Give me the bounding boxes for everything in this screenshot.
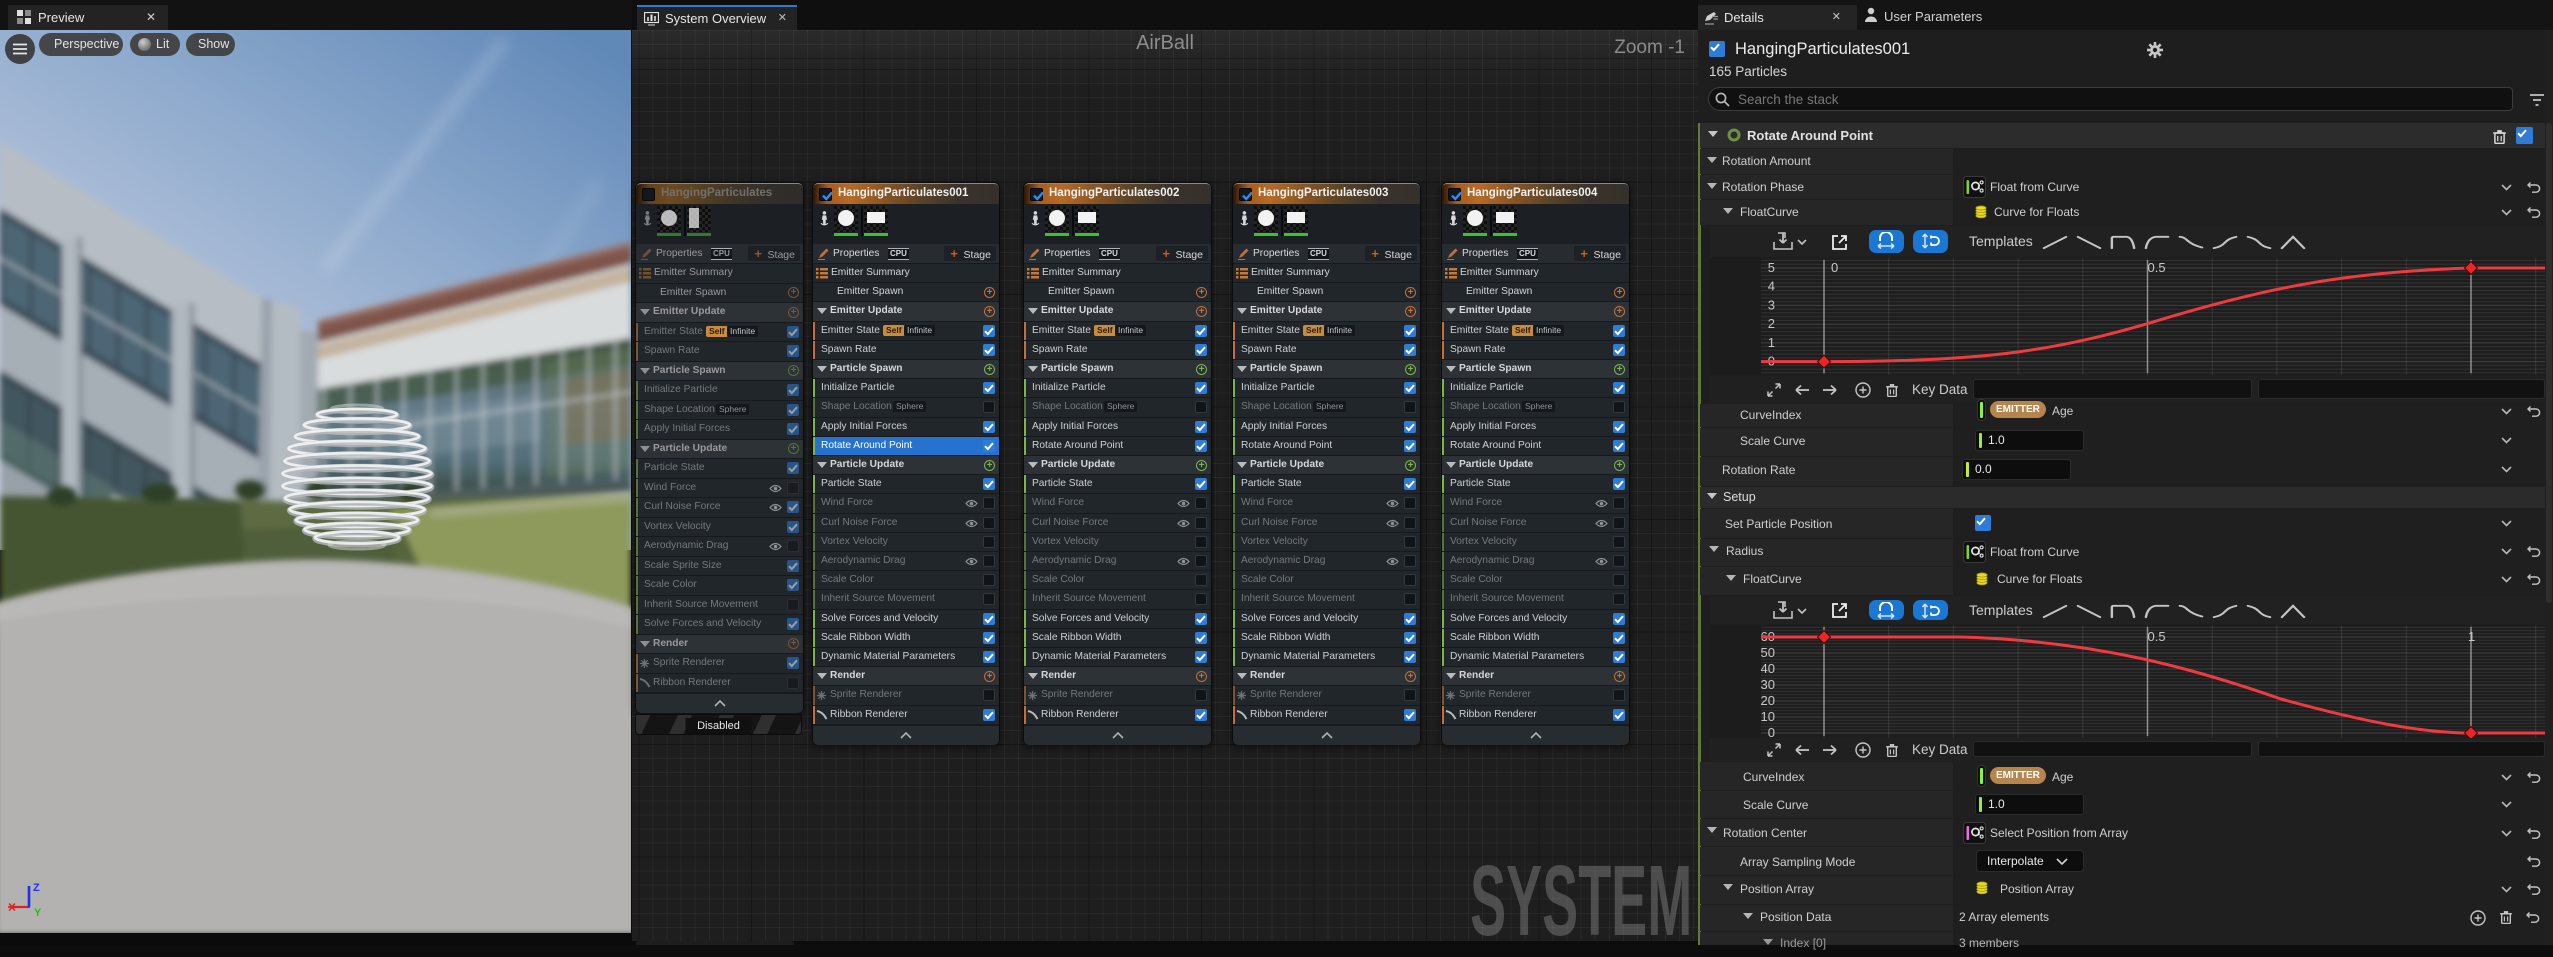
svg-text:Y: Y	[34, 907, 42, 918]
svg-text:Z: Z	[33, 882, 40, 894]
